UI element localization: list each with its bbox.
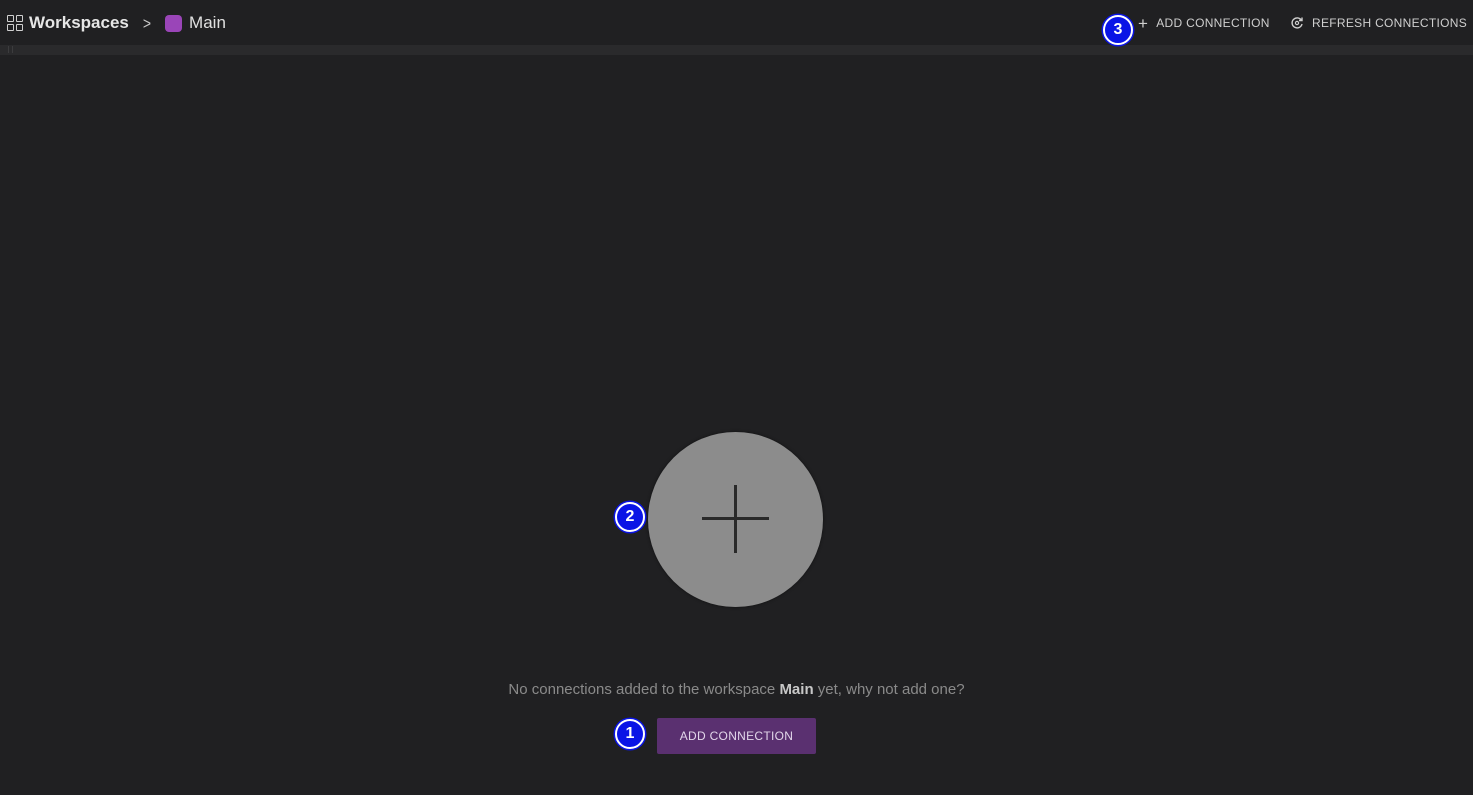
annotation-marker-2: 2	[615, 502, 645, 532]
tab-strip	[0, 45, 1473, 55]
top-bar: Workspaces > Main + ADD CONNECTION REFRE…	[0, 0, 1473, 45]
add-connection-toolbar-button[interactable]: + ADD CONNECTION	[1138, 13, 1270, 33]
empty-state-message: No connections added to the workspace Ma…	[0, 681, 1473, 698]
drag-handle[interactable]	[8, 46, 13, 53]
add-connection-button[interactable]: ADD CONNECTION	[657, 718, 816, 754]
empty-message-suffix: yet, why not add one?	[817, 681, 965, 698]
refresh-connections-label: REFRESH CONNECTIONS	[1312, 16, 1468, 30]
workspace-color-swatch	[165, 14, 183, 32]
annotation-marker-3: 3	[1103, 15, 1133, 45]
grid-icon[interactable]	[7, 15, 23, 31]
add-connection-circle-button[interactable]	[648, 432, 823, 607]
add-connection-toolbar-label: ADD CONNECTION	[1156, 16, 1270, 30]
plus-icon: +	[1138, 13, 1149, 33]
empty-message-prefix: No connections added to the workspace	[508, 681, 776, 698]
empty-message-workspace: Main	[779, 681, 814, 698]
refresh-connections-button[interactable]: REFRESH CONNECTIONS	[1290, 13, 1467, 33]
breadcrumb-workspace-main[interactable]: Main	[189, 13, 226, 33]
refresh-icon	[1291, 17, 1303, 29]
breadcrumb: Workspaces > Main	[7, 12, 226, 34]
chevron-right-icon: >	[142, 13, 152, 33]
plus-icon-vertical	[734, 485, 737, 553]
breadcrumb-workspaces[interactable]: Workspaces	[29, 13, 129, 33]
annotation-marker-1: 1	[615, 719, 645, 749]
